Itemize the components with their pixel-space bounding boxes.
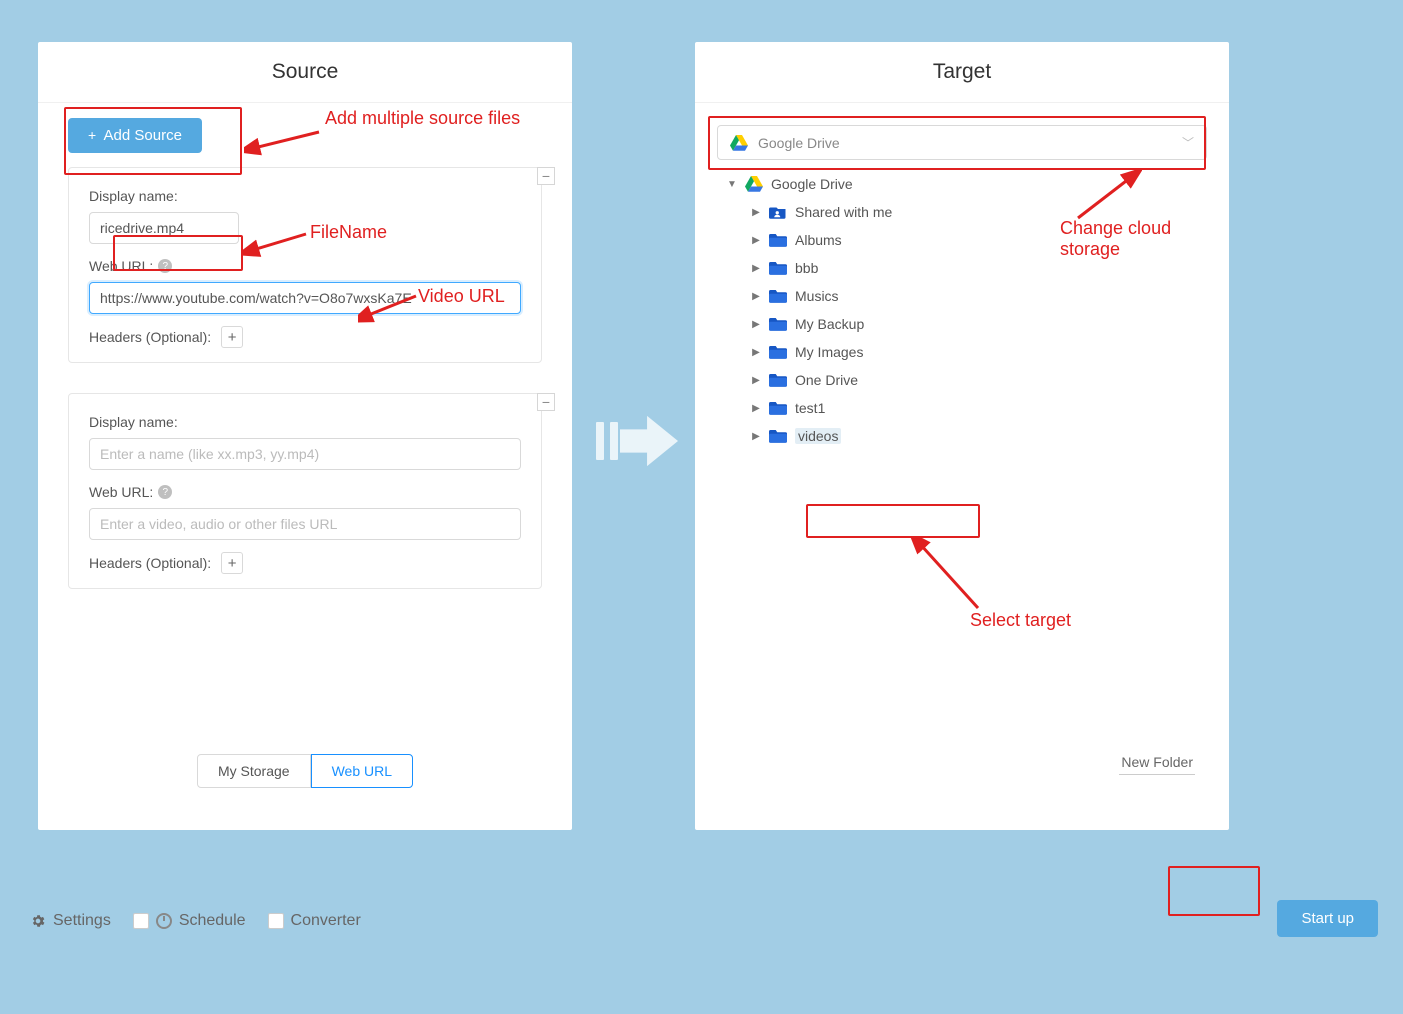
weburl-label: Web URL: ? xyxy=(89,258,521,274)
display-name-label: Display name: xyxy=(89,414,521,430)
settings-label: Settings xyxy=(53,912,111,930)
tree-label: test1 xyxy=(795,400,825,416)
annotation-text: Add multiple source files xyxy=(325,108,520,129)
schedule-toggle[interactable]: Schedule xyxy=(133,912,246,930)
gdrive-icon xyxy=(745,176,763,192)
annotation-box xyxy=(1168,866,1260,916)
plus-icon: + xyxy=(88,127,96,143)
checkbox-icon[interactable] xyxy=(133,913,149,929)
tree-label: My Backup xyxy=(795,316,864,332)
expander-icon[interactable]: ▶ xyxy=(751,263,761,274)
tab-web-url[interactable]: Web URL xyxy=(311,754,413,788)
tree-item-selected[interactable]: ▶ videos xyxy=(723,422,1201,450)
shared-folder-icon xyxy=(769,205,787,219)
chevron-down-icon: ﹀ xyxy=(1182,134,1194,151)
expander-icon[interactable]: ▶ xyxy=(751,291,761,302)
folder-icon xyxy=(769,317,787,331)
folder-icon xyxy=(769,289,787,303)
add-source-label: Add Source xyxy=(104,127,182,144)
tree-item[interactable]: ▶ My Backup xyxy=(723,310,1201,338)
tree-label: Shared with me xyxy=(795,204,892,220)
expander-icon[interactable]: ▼ xyxy=(727,179,737,190)
annotation-text: Video URL xyxy=(418,286,505,307)
expander-icon[interactable]: ▶ xyxy=(751,431,761,442)
folder-icon xyxy=(769,373,787,387)
weburl-label: Web URL: ? xyxy=(89,484,521,500)
checkbox-icon[interactable] xyxy=(268,913,284,929)
weburl-input[interactable] xyxy=(89,508,521,540)
gdrive-icon xyxy=(730,135,748,151)
clock-icon xyxy=(156,913,172,929)
source-title: Source xyxy=(38,42,572,103)
expander-icon[interactable]: ▶ xyxy=(751,235,761,246)
new-folder-button[interactable]: New Folder xyxy=(1119,750,1195,775)
display-name-input[interactable] xyxy=(89,212,239,244)
tree-label: Google Drive xyxy=(771,176,853,192)
expander-icon[interactable]: ▶ xyxy=(751,403,761,414)
gear-icon xyxy=(30,913,46,929)
annotation-text: Change cloud storage xyxy=(1060,218,1220,260)
folder-icon xyxy=(769,233,787,247)
tree-label: Albums xyxy=(795,232,842,248)
headers-label: Headers (Optional): xyxy=(89,329,211,345)
source-card: − Display name: Web URL: ? Headers (Opti… xyxy=(68,393,542,589)
folder-icon xyxy=(769,261,787,275)
target-service-label: Google Drive xyxy=(758,135,840,151)
tree-label: bbb xyxy=(795,260,818,276)
start-up-button[interactable]: Start up xyxy=(1277,900,1378,937)
expander-icon[interactable]: ▶ xyxy=(751,207,761,218)
target-title: Target xyxy=(695,42,1229,103)
folder-icon xyxy=(769,345,787,359)
target-service-select[interactable]: Google Drive ﹀ xyxy=(717,125,1207,160)
tree-item[interactable]: ▶ test1 xyxy=(723,394,1201,422)
annotation-text: FileName xyxy=(310,222,387,243)
expander-icon[interactable]: ▶ xyxy=(751,319,761,330)
add-header-button[interactable]: + xyxy=(221,552,243,574)
target-panel: Target Google Drive ﹀ ▼ Google Drive ▶ S… xyxy=(695,42,1229,830)
add-source-button[interactable]: + Add Source xyxy=(68,118,202,153)
expander-icon[interactable]: ▶ xyxy=(751,375,761,386)
converter-label: Converter xyxy=(291,912,361,930)
annotation-text: Select target xyxy=(970,610,1071,631)
help-icon[interactable]: ? xyxy=(158,259,172,273)
tree-item[interactable]: ▶ My Images xyxy=(723,338,1201,366)
help-icon[interactable]: ? xyxy=(158,485,172,499)
folder-icon xyxy=(769,429,787,443)
folder-icon xyxy=(769,401,787,415)
tree-item[interactable]: ▶ Musics xyxy=(723,282,1201,310)
collapse-button[interactable]: − xyxy=(537,167,555,185)
add-header-button[interactable]: + xyxy=(221,326,243,348)
tree-label: My Images xyxy=(795,344,863,360)
tab-my-storage[interactable]: My Storage xyxy=(197,754,311,788)
transfer-arrow-icon xyxy=(596,415,678,467)
tree-root[interactable]: ▼ Google Drive xyxy=(723,170,1201,198)
schedule-label: Schedule xyxy=(179,912,246,930)
headers-label: Headers (Optional): xyxy=(89,555,211,571)
source-card: − Display name: Web URL: ? Headers (Opti… xyxy=(68,167,542,363)
display-name-input[interactable] xyxy=(89,438,521,470)
tree-label: One Drive xyxy=(795,372,858,388)
tree-item[interactable]: ▶ One Drive xyxy=(723,366,1201,394)
settings-button[interactable]: Settings xyxy=(30,912,111,930)
tree-label: Musics xyxy=(795,288,839,304)
footer-bar: Settings Schedule Converter xyxy=(30,912,1373,930)
source-tabs: My Storage Web URL xyxy=(38,754,572,788)
source-panel: Source + Add Source − Display name: Web … xyxy=(38,42,572,830)
collapse-button[interactable]: − xyxy=(537,393,555,411)
folder-tree: ▼ Google Drive ▶ Shared with me ▶ Albums… xyxy=(723,170,1201,450)
tree-label: videos xyxy=(795,428,841,444)
display-name-label: Display name: xyxy=(89,188,521,204)
converter-toggle[interactable]: Converter xyxy=(268,912,361,930)
expander-icon[interactable]: ▶ xyxy=(751,347,761,358)
